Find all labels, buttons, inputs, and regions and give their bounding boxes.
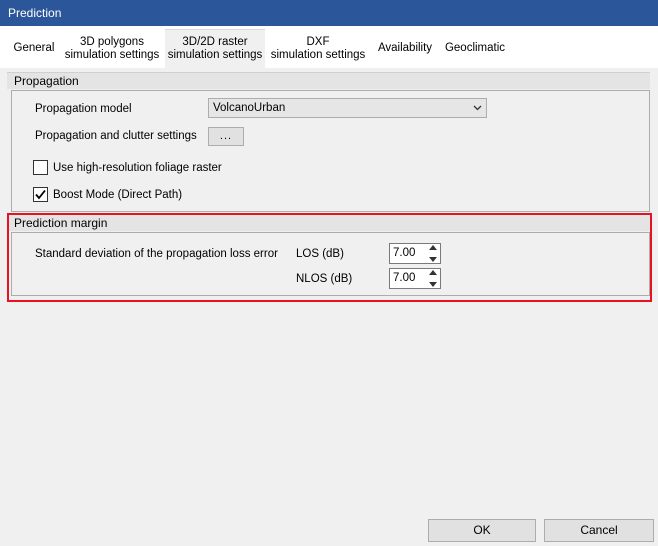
foliage-raster-checkbox[interactable]: [33, 160, 48, 175]
window-title: Prediction: [0, 0, 658, 26]
nlos-label: NLOS (dB): [296, 273, 353, 285]
los-value: 7.00: [393, 247, 416, 259]
tab-label: 3D polygons simulation settings: [64, 35, 160, 61]
std-deviation-label: Standard deviation of the propagation lo…: [35, 248, 278, 260]
boost-mode-checkbox[interactable]: [33, 187, 48, 202]
tab-general[interactable]: General: [8, 29, 60, 68]
propagation-model-label: Propagation model: [35, 103, 132, 115]
arrow-up-icon[interactable]: [429, 270, 437, 275]
tab-label: Availability: [377, 42, 433, 54]
tab-strip: General 3D polygons simulation settings …: [0, 26, 658, 68]
propagation-header: Propagation: [7, 72, 650, 89]
tab-label: Geoclimatic: [444, 42, 506, 54]
clutter-settings-label: Propagation and clutter settings: [35, 130, 197, 142]
cancel-button[interactable]: Cancel: [544, 519, 654, 542]
nlos-value: 7.00: [393, 272, 416, 284]
dialog-footer: OK Cancel: [0, 512, 658, 546]
ok-button[interactable]: OK: [428, 519, 536, 542]
los-label: LOS (dB): [296, 248, 344, 260]
spin-arrows[interactable]: [427, 245, 439, 262]
chevron-down-icon[interactable]: [469, 99, 486, 117]
tab-content: Propagation Propagation model VolcanoUrb…: [6, 68, 656, 512]
clutter-settings-button[interactable]: ...: [208, 127, 244, 146]
boost-mode-label: Boost Mode (Direct Path): [53, 189, 183, 201]
propagation-model-value: VolcanoUrban: [213, 102, 286, 114]
tab-label: DXF simulation settings: [270, 35, 366, 61]
arrow-up-icon[interactable]: [429, 245, 437, 250]
tab-availability[interactable]: Availability: [373, 29, 437, 68]
tab-label: 3D/2D raster simulation settings: [167, 36, 263, 61]
spin-arrows[interactable]: [427, 270, 439, 287]
propagation-group: Propagation model VolcanoUrban Propagati…: [11, 90, 650, 212]
checkmark-icon: [35, 189, 46, 200]
foliage-raster-label: Use high-resolution foliage raster: [53, 162, 222, 174]
arrow-down-icon[interactable]: [429, 257, 437, 262]
prediction-margin-group: Standard deviation of the propagation lo…: [11, 232, 650, 296]
nlos-spinbox[interactable]: 7.00: [389, 268, 441, 289]
tab-dxf[interactable]: DXF simulation settings: [269, 29, 367, 68]
tab-3d-2d-raster[interactable]: 3D/2D raster simulation settings: [165, 29, 265, 68]
tab-3d-polygons[interactable]: 3D polygons simulation settings: [63, 29, 161, 68]
tab-label: General: [13, 42, 55, 54]
los-spinbox[interactable]: 7.00: [389, 243, 441, 264]
prediction-margin-header: Prediction margin: [7, 214, 650, 231]
arrow-down-icon[interactable]: [429, 282, 437, 287]
propagation-model-select[interactable]: VolcanoUrban: [208, 98, 487, 118]
tab-geoclimatic[interactable]: Geoclimatic: [441, 29, 509, 68]
